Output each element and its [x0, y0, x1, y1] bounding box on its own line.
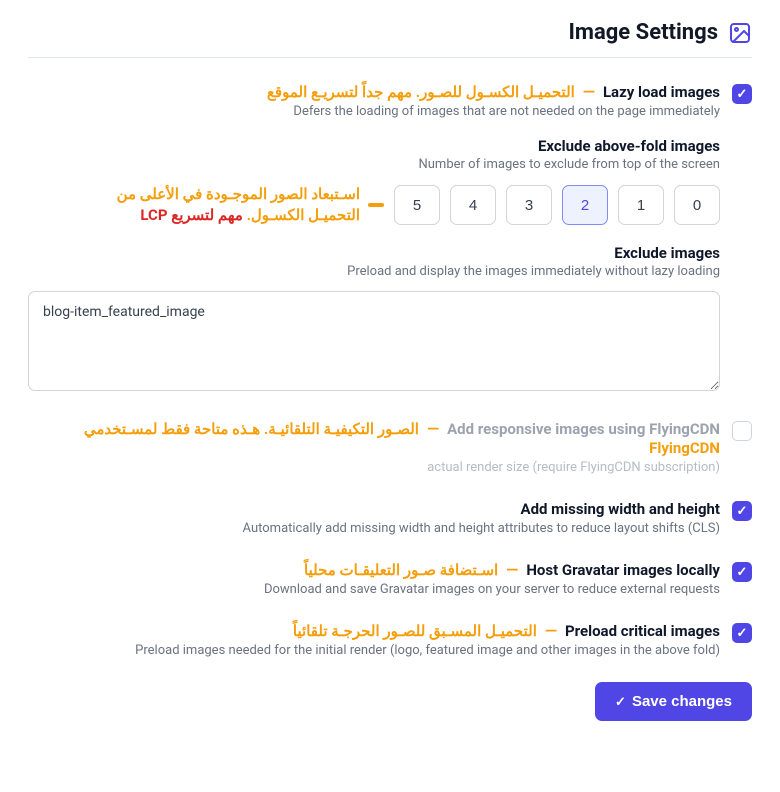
option-1[interactable]: 1: [618, 185, 664, 225]
setting-preload-critical: Preload critical images — التحميـل المسـ…: [28, 621, 752, 658]
save-button[interactable]: Save changes: [595, 682, 752, 721]
page-title: Image Settings: [568, 20, 718, 45]
option-0[interactable]: 0: [674, 185, 720, 225]
textarea-exclude-images[interactable]: [28, 291, 720, 391]
annot-exclude-line2b: مهم لتسريع LCP: [140, 206, 242, 224]
label-preload-critical: Preload critical images: [565, 622, 720, 640]
page-header: Image Settings: [28, 20, 752, 58]
label-exclude-images: Exclude images: [28, 244, 720, 262]
label-exclude-above-fold: Exclude above-fold images: [28, 137, 720, 155]
annot-exclude-line1: اسـتبعاد الصور الموجـودة في الأعلى من: [117, 185, 360, 203]
setting-exclude-above-fold: Exclude above-fold images Number of imag…: [28, 137, 720, 226]
actions-row: Save changes: [28, 682, 752, 721]
label-missing-width-height: Add missing width and height: [520, 500, 720, 518]
desc-responsive-images: actual render size (require FlyingCDN su…: [28, 460, 720, 475]
annot-bar-icon: [368, 203, 384, 207]
annot-separator: —: [423, 419, 443, 438]
annot-lazy-load: التحميـل الكسـول للصـور. مهم جداً لتسريـ…: [267, 83, 575, 101]
annot-exclude-line2a: التحميـل الكسـول.: [247, 206, 360, 224]
annot-separator: —: [502, 560, 522, 579]
option-3[interactable]: 3: [506, 185, 552, 225]
annot-preload-critical: التحميـل المسـبق للصـور الحرجـة تلقائياً: [293, 622, 537, 640]
setting-exclude-images: Exclude images Preload and display the i…: [28, 244, 720, 395]
annot-separator: —: [541, 621, 561, 640]
annot-exclude-above-fold-wrap: اسـتبعاد الصور الموجـودة في الأعلى من ال…: [28, 184, 384, 226]
checkbox-missing-width-height[interactable]: [732, 501, 752, 521]
desc-exclude-above-fold: Number of images to exclude from top of …: [28, 157, 720, 172]
label-responsive-images: Add responsive images using FlyingCDN: [447, 420, 720, 438]
annot-separator: —: [579, 82, 599, 101]
annot-exclude-above-fold: اسـتبعاد الصور الموجـودة في الأعلى من ال…: [117, 184, 360, 226]
checkbox-responsive-images[interactable]: [732, 421, 752, 441]
setting-gravatar-local: Host Gravatar images locally — اسـتضافة …: [28, 560, 752, 597]
setting-lazy-load: Lazy load images — التحميـل الكسـول للصـ…: [28, 82, 752, 395]
checkbox-lazy-load[interactable]: [732, 84, 752, 104]
option-5[interactable]: 5: [394, 185, 440, 225]
desc-preload-critical: Preload images needed for the initial re…: [28, 643, 720, 658]
desc-missing-width-height: Automatically add missing width and heig…: [28, 521, 720, 536]
annot-gravatar-local: اسـتضافة صـور التعليقـات محلياً: [304, 561, 498, 579]
label-lazy-load: Lazy load images: [603, 83, 720, 101]
setting-responsive-images: Add responsive images using FlyingCDN — …: [28, 419, 752, 475]
desc-gravatar-local: Download and save Gravatar images on you…: [28, 582, 720, 597]
exclude-options-row: 0 1 2 3 4 5 اسـتبعاد الصور الموجـودة في …: [28, 184, 720, 226]
label-gravatar-local: Host Gravatar images locally: [526, 561, 720, 579]
desc-exclude-images: Preload and display the images immediate…: [28, 264, 720, 279]
image-icon: [728, 21, 752, 45]
desc-lazy-load: Defers the loading of images that are no…: [28, 104, 720, 119]
setting-missing-width-height: Add missing width and height Automatical…: [28, 499, 752, 536]
checkbox-gravatar-local[interactable]: [732, 562, 752, 582]
option-4[interactable]: 4: [450, 185, 496, 225]
option-2[interactable]: 2: [562, 185, 608, 225]
checkbox-preload-critical[interactable]: [732, 623, 752, 643]
